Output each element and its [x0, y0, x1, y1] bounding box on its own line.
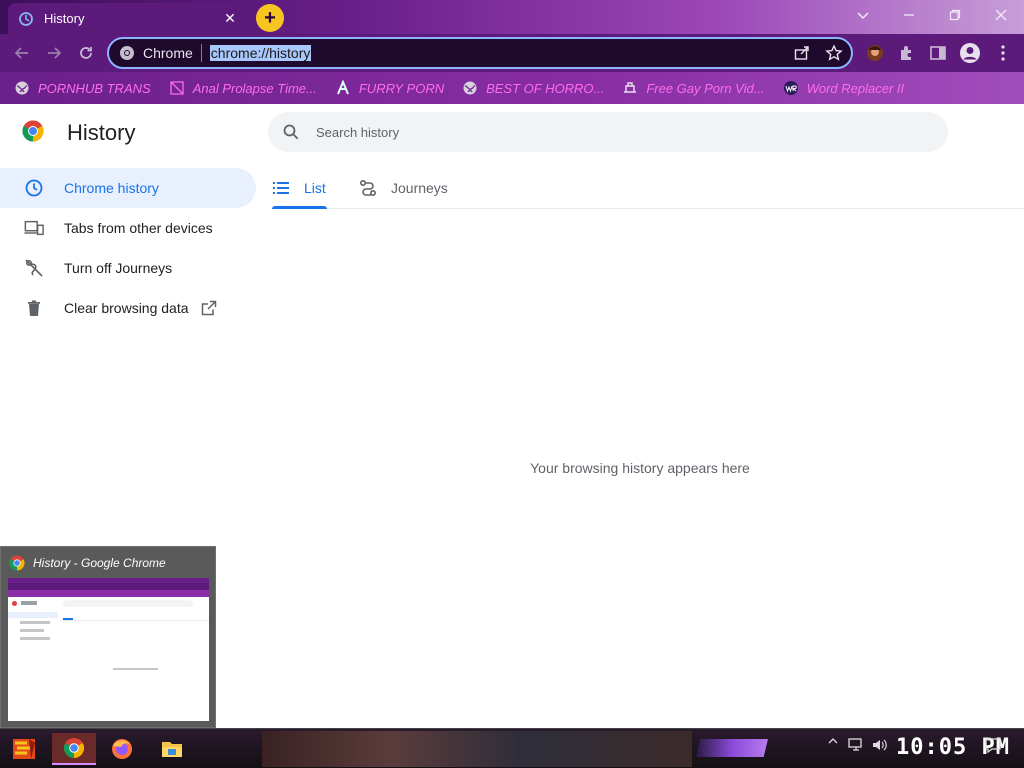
sidebar-item-label: Turn off Journeys: [64, 260, 173, 276]
bookmark-label: FURRY PORN: [358, 80, 445, 96]
bookmark-item[interactable]: BEST OF HORRO...: [462, 80, 604, 96]
chrome-icon: [63, 738, 85, 759]
tab-search-chevron-icon[interactable]: [840, 0, 886, 30]
site-chip-label: Chrome: [143, 45, 193, 61]
extension-wr-icon: [783, 80, 799, 96]
forward-button[interactable]: [41, 40, 67, 66]
url-text[interactable]: chrome://history: [209, 45, 312, 61]
browser-toolbar: Chrome chrome://history: [0, 34, 1024, 72]
new-tab-button[interactable]: +: [256, 4, 284, 32]
taskbar-firefox-button[interactable]: [100, 733, 144, 765]
reload-button[interactable]: [73, 40, 99, 66]
minimize-button[interactable]: [886, 0, 932, 30]
address-bar[interactable]: Chrome chrome://history: [107, 37, 853, 69]
taskbar-chrome-button[interactable]: [52, 733, 96, 765]
chrome-icon: [120, 46, 134, 60]
account-avatar-icon[interactable]: [959, 42, 981, 64]
chrome-logo-icon: [22, 120, 44, 142]
search-icon: [283, 124, 299, 140]
sidebar-item-clear-browsing-data[interactable]: Clear browsing data: [0, 288, 256, 328]
bookmark-item[interactable]: FURRY PORN: [335, 80, 444, 96]
trash-icon: [24, 298, 44, 318]
close-window-button[interactable]: [978, 0, 1024, 30]
bookmark-item[interactable]: Anal Prolapse Time...: [169, 80, 317, 96]
devices-icon: [24, 218, 44, 238]
start-button[interactable]: [2, 733, 46, 765]
firefox-icon: [112, 739, 132, 759]
bookmark-label: Word Replacer II: [806, 80, 905, 96]
list-icon: [272, 181, 290, 195]
side-panel-icon[interactable]: [927, 42, 949, 64]
lambda-icon: [335, 80, 351, 96]
taskbar-decor: [696, 739, 768, 757]
volume-icon[interactable]: [870, 737, 890, 753]
bookmarks-bar: PORNHUB TRANS Anal Prolapse Time... FURR…: [0, 72, 1024, 104]
tab-list[interactable]: List: [272, 168, 327, 209]
search-placeholder: Search history: [316, 124, 400, 140]
site-icon: [622, 80, 638, 96]
history-sidebar: Chrome history Tabs from other devices T…: [0, 168, 256, 328]
share-icon[interactable]: [793, 44, 811, 62]
globe-icon: [14, 80, 30, 96]
notifications-icon[interactable]: [982, 737, 1004, 753]
taskbar-background-art: [262, 731, 692, 767]
extensions-puzzle-icon[interactable]: [896, 42, 918, 64]
back-button[interactable]: [9, 40, 35, 66]
folder-icon: [162, 742, 182, 757]
profile-extension-icon[interactable]: [864, 42, 886, 64]
empty-history-message: Your browsing history appears here: [530, 460, 750, 476]
network-icon[interactable]: [846, 737, 866, 753]
show-hidden-icons-chevron-icon[interactable]: [826, 737, 840, 745]
sidebar-item-turn-off-journeys[interactable]: Turn off Journeys: [0, 248, 256, 288]
tab-label: Journeys: [391, 180, 448, 196]
bookmark-label: PORNHUB TRANS: [38, 80, 151, 96]
history-clock-icon: [19, 11, 33, 26]
clock-icon: [24, 178, 44, 198]
browser-tab-history[interactable]: History ✕: [8, 3, 248, 34]
bookmark-star-icon[interactable]: [825, 44, 843, 62]
tab-title: History: [44, 11, 85, 26]
sidebar-item-chrome-history[interactable]: Chrome history: [0, 168, 256, 208]
tab-journeys[interactable]: Journeys: [359, 168, 448, 208]
bookmark-page-icon: [169, 80, 185, 96]
bookmark-label: Anal Prolapse Time...: [192, 80, 317, 96]
browser-menu-icon[interactable]: [992, 42, 1014, 64]
sidebar-item-label: Clear browsing data: [64, 300, 189, 316]
preview-title: History - Google Chrome: [33, 556, 166, 570]
start-logo-icon: [13, 739, 35, 759]
journeys-icon: [359, 179, 377, 197]
taskbar: 10:05 PM: [0, 728, 1024, 768]
page-title: History: [67, 120, 136, 145]
tab-label: List: [304, 180, 326, 196]
bookmark-item[interactable]: Free Gay Porn Vid...: [622, 80, 765, 96]
preview-image: [8, 578, 209, 721]
open-in-new-icon: [201, 300, 217, 316]
taskbar-file-explorer-button[interactable]: [150, 733, 194, 765]
bookmark-label: Free Gay Porn Vid...: [646, 80, 765, 96]
restore-button[interactable]: [932, 0, 978, 30]
sidebar-item-label: Chrome history: [64, 180, 159, 196]
sidebar-item-tabs-other-devices[interactable]: Tabs from other devices: [0, 208, 256, 248]
bookmark-item[interactable]: Word Replacer II: [783, 80, 905, 96]
chrome-icon: [9, 555, 25, 571]
taskbar-window-preview[interactable]: History - Google Chrome: [0, 546, 216, 728]
bookmark-item[interactable]: PORNHUB TRANS: [14, 80, 151, 96]
sidebar-item-label: Tabs from other devices: [64, 220, 213, 236]
globe-icon: [462, 80, 478, 96]
bookmark-label: BEST OF HORRO...: [486, 80, 605, 96]
tab-strip: History ✕ +: [0, 0, 1024, 34]
journeys-off-icon: [24, 258, 44, 278]
history-view-tabs: List Journeys: [272, 168, 1024, 209]
site-chip[interactable]: Chrome: [119, 44, 202, 62]
preview-header: History - Google Chrome: [1, 547, 215, 579]
tab-close-icon[interactable]: ✕: [222, 10, 238, 27]
search-history-field[interactable]: Search history: [268, 112, 948, 152]
